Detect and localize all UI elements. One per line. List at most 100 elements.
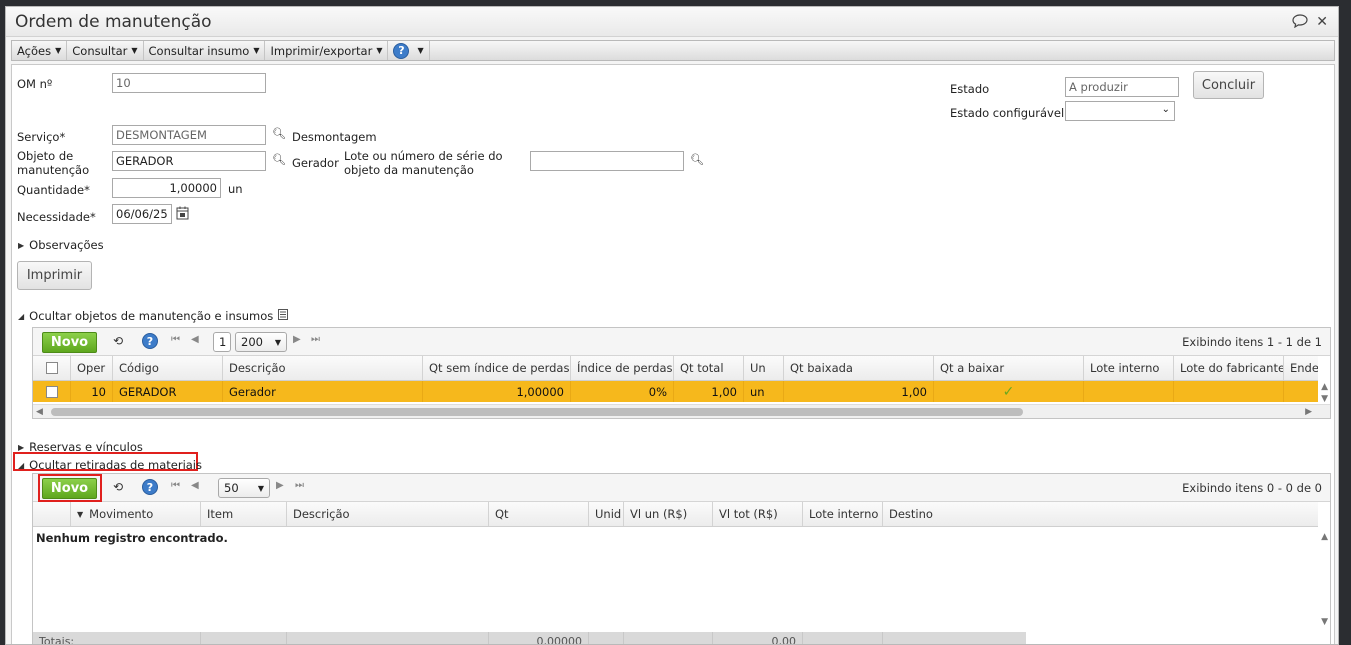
retiradas-section-toggle[interactable]: ◢ Ocultar retiradas de materiais <box>18 458 202 472</box>
totals-qt: 0,00000 <box>489 632 589 644</box>
menu-consultar[interactable]: Consultar ▼ <box>67 41 144 60</box>
col-qt-sem-indice[interactable]: Qt sem índice de perdas <box>423 356 571 380</box>
col-destino[interactable]: Destino <box>883 502 1318 526</box>
quantidade-field[interactable]: 1,00000 <box>112 178 221 198</box>
col-endereco[interactable]: Ende <box>1284 356 1318 380</box>
col-vl-tot[interactable]: Vl tot (R$) <box>713 502 803 526</box>
servico-field[interactable]: DESMONTAGEM <box>112 125 266 145</box>
page-size-select[interactable]: 50 ▼ <box>218 478 270 498</box>
chat-icon[interactable] <box>1292 14 1308 32</box>
cell-qt-baixada: 1,00 <box>784 381 934 402</box>
objeto-label-line1: Objeto de <box>17 149 74 163</box>
col-qt-baixada[interactable]: Qt baixada <box>784 356 934 380</box>
scrollbar-thumb[interactable] <box>51 408 1023 416</box>
cell-endereco <box>1284 381 1318 402</box>
col-lote-interno[interactable]: Lote interno <box>803 502 883 526</box>
help-icon: ? <box>393 42 410 59</box>
col-descricao[interactable]: Descrição <box>287 502 489 526</box>
search-icon[interactable]: 🔍︎ <box>690 153 704 166</box>
menu-consultar-insumo[interactable]: Consultar insumo ▼ <box>144 41 266 60</box>
objetos-grid-header: Oper Código Descrição Qt sem índice de p… <box>33 356 1318 381</box>
imprimir-button[interactable]: Imprimir <box>17 261 92 290</box>
menu-help[interactable]: ? ▼ <box>388 41 430 60</box>
menu-imprimir-exportar[interactable]: Imprimir/exportar ▼ <box>265 41 389 60</box>
help-icon[interactable]: ? <box>142 333 158 349</box>
window-titlebar: Ordem de manutenção ✕ <box>6 7 1338 37</box>
col-movimento[interactable]: ▼ Movimento <box>71 502 201 526</box>
prev-page-icon[interactable]: ◀ <box>191 334 199 345</box>
totals-row: Totais: 0,00000 0,00 <box>33 632 1026 644</box>
lote-serie-field[interactable] <box>530 151 684 171</box>
cell-un: un <box>744 381 784 402</box>
first-page-icon[interactable]: ⏮ <box>171 334 180 345</box>
refresh-icon[interactable]: ⟲ <box>113 334 123 348</box>
chevron-down-icon: ⌄ <box>1161 104 1170 115</box>
col-lote-interno[interactable]: Lote interno <box>1084 356 1174 380</box>
novo-objeto-button[interactable]: Novo <box>42 332 97 353</box>
last-page-icon[interactable]: ⏭ <box>311 334 320 345</box>
help-icon[interactable]: ? <box>142 479 158 495</box>
col-qt-total[interactable]: Qt total <box>674 356 744 380</box>
chevron-down-icon: ▼ <box>376 46 383 55</box>
estado-configuravel-select[interactable]: ⌄ <box>1065 101 1175 121</box>
col-item[interactable]: Item <box>201 502 287 526</box>
totals-vl-un <box>624 632 713 644</box>
objeto-field[interactable]: GERADOR <box>112 151 266 171</box>
page-size-select[interactable]: 200 ▼ <box>235 332 287 352</box>
estado-field[interactable]: A produzir <box>1065 77 1179 97</box>
necessidade-date-field[interactable]: 06/06/25 <box>112 204 172 224</box>
page-number-field[interactable]: 1 <box>213 332 231 352</box>
list-icon <box>278 309 289 323</box>
cell-lote-interno <box>1084 381 1174 402</box>
totals-descricao <box>287 632 489 644</box>
col-lote-fabricante[interactable]: Lote do fabricante <box>1174 356 1284 380</box>
col-indice-perdas[interactable]: Índice de perdas <box>571 356 674 380</box>
scroll-right-icon[interactable]: ▶ <box>1305 407 1312 417</box>
refresh-icon[interactable]: ⟲ <box>113 480 123 494</box>
scroll-up-icon[interactable]: ▲ <box>1321 382 1328 392</box>
om-number-field[interactable]: 10 <box>112 73 266 93</box>
window-title: Ordem de manutenção <box>15 12 212 32</box>
cell-codigo: GERADOR <box>113 381 223 402</box>
estado-label: Estado <box>950 82 990 96</box>
col-un[interactable]: Un <box>744 356 784 380</box>
scroll-left-icon[interactable]: ◀ <box>36 407 43 417</box>
close-icon[interactable]: ✕ <box>1316 14 1328 32</box>
objetos-section-toggle[interactable]: ◢ Ocultar objetos de manutenção e insumo… <box>18 309 289 323</box>
col-vl-un[interactable]: Vl un (R$) <box>624 502 713 526</box>
scroll-down-icon[interactable]: ▼ <box>1321 394 1328 404</box>
table-row[interactable]: 10 GERADOR Gerador 1,00000 0% 1,00 un 1,… <box>33 381 1318 402</box>
col-unid[interactable]: Unid <box>589 502 624 526</box>
row-checkbox[interactable] <box>33 381 71 402</box>
lote-label-line1: Lote ou número de série do <box>344 149 503 163</box>
totals-vl-tot: 0,00 <box>713 632 803 644</box>
search-icon[interactable]: 🔍︎ <box>272 127 286 140</box>
om-label: OM nº <box>17 77 53 91</box>
prev-page-icon[interactable]: ◀ <box>191 480 199 491</box>
calendar-icon[interactable] <box>176 206 189 223</box>
col-qt[interactable]: Qt <box>489 502 589 526</box>
col-descricao[interactable]: Descrição <box>223 356 423 380</box>
caret-right-icon: ▶ <box>18 240 25 250</box>
first-page-icon[interactable]: ⏮ <box>171 480 180 491</box>
scroll-up-icon[interactable]: ▲ <box>1321 532 1328 542</box>
quantidade-label: Quantidade* <box>17 183 90 197</box>
chevron-down-icon: ▼ <box>257 483 264 493</box>
menu-acoes[interactable]: Ações ▼ <box>12 41 68 60</box>
next-page-icon[interactable]: ▶ <box>293 334 301 345</box>
scroll-down-icon[interactable]: ▼ <box>1321 617 1328 627</box>
horizontal-scrollbar[interactable]: ◀ ▶ <box>33 404 1330 418</box>
search-icon[interactable]: 🔍︎ <box>272 153 286 166</box>
col-codigo[interactable]: Código <box>113 356 223 380</box>
col-qt-a-baixar[interactable]: Qt a baixar <box>934 356 1084 380</box>
next-page-icon[interactable]: ▶ <box>276 480 284 491</box>
select-all-checkbox[interactable] <box>33 356 71 380</box>
last-page-icon[interactable]: ⏭ <box>295 480 304 491</box>
chevron-down-icon: ▼ <box>131 46 138 55</box>
observacoes-toggle[interactable]: ▶ Observações <box>18 238 104 252</box>
servico-description: Desmontagem <box>292 130 377 144</box>
col-oper[interactable]: Oper <box>71 356 113 380</box>
objetos-grid: Novo ⟲ ? ⏮ ◀ 1 200 ▼ ▶ ⏭ Exibindo itens … <box>32 327 1331 419</box>
totals-lote <box>803 632 883 644</box>
concluir-button[interactable]: Concluir <box>1193 71 1264 99</box>
